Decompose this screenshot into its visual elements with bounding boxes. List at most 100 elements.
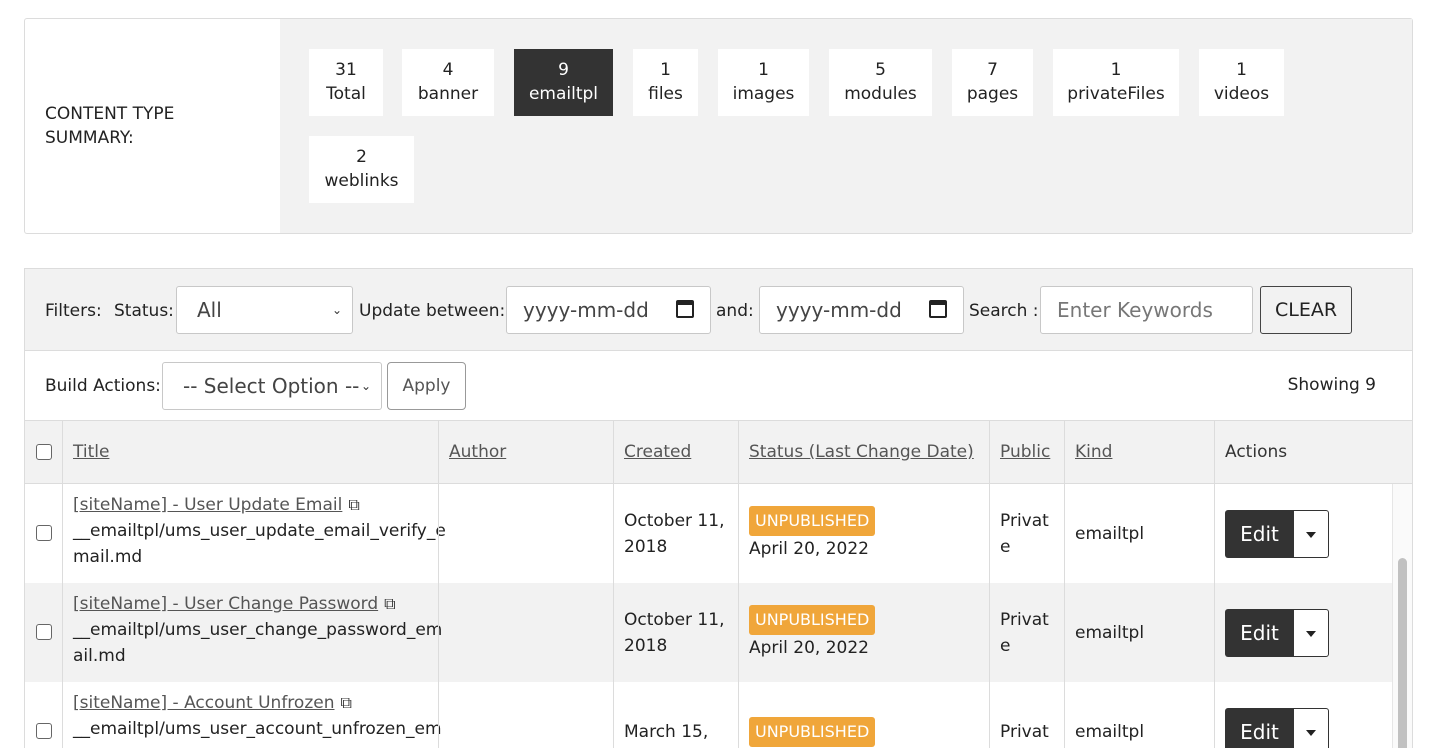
author-cell bbox=[438, 682, 613, 748]
search-label: Search : bbox=[969, 301, 1039, 321]
created-cell: October 11, 2018 bbox=[613, 583, 738, 682]
date-from-input[interactable]: yyyy-mm-dd bbox=[506, 286, 711, 334]
calendar-icon[interactable] bbox=[676, 300, 694, 318]
status-cell: UNPUBLISHED April 20, 2022 bbox=[738, 484, 989, 583]
chevron-down-icon: ⌄ bbox=[360, 379, 371, 393]
status-label: Status: bbox=[114, 301, 174, 321]
chip-label: files bbox=[648, 84, 683, 104]
public-value-cont: e bbox=[1000, 536, 1011, 557]
chip-files[interactable]: 1 files bbox=[633, 49, 698, 116]
row-checkbox[interactable] bbox=[36, 525, 52, 541]
status-cell: UNPUBLISHED bbox=[738, 682, 989, 748]
table-row: [siteName] - User Change Password ⧉ __ema… bbox=[25, 583, 1392, 682]
edit-dropdown-toggle[interactable] bbox=[1293, 510, 1329, 558]
chip-count: 5 bbox=[875, 60, 886, 80]
public-cell: Privat e bbox=[989, 583, 1064, 682]
column-header-actions: Actions bbox=[1214, 421, 1412, 484]
chip-label: privateFiles bbox=[1067, 84, 1165, 104]
showing-count: Showing 9 bbox=[1287, 375, 1376, 395]
status-select-value: All bbox=[197, 298, 222, 322]
file-path: __emailtpl/ums_user_update_email_verify_… bbox=[73, 521, 446, 541]
chip-label: modules bbox=[844, 84, 917, 104]
select-all-checkbox[interactable] bbox=[36, 444, 52, 460]
created-date: October 11, bbox=[624, 510, 725, 531]
chip-images[interactable]: 1 images bbox=[718, 49, 809, 116]
status-badge: UNPUBLISHED bbox=[749, 716, 876, 747]
title-link[interactable]: [siteName] - User Change Password bbox=[73, 594, 378, 614]
public-value-cont: e bbox=[1000, 635, 1011, 656]
chip-label: banner bbox=[417, 84, 479, 104]
public-value: Privat bbox=[1000, 510, 1049, 531]
created-year: 2018 bbox=[624, 536, 668, 557]
table-header: Title Author Created Status (Last Change… bbox=[25, 421, 1412, 484]
search-input[interactable]: Enter Keywords bbox=[1040, 286, 1253, 334]
chip-label: images bbox=[732, 84, 795, 104]
date-to-placeholder: yyyy-mm-dd bbox=[776, 298, 902, 322]
kind-cell: emailtpl bbox=[1064, 583, 1214, 682]
column-header-title[interactable]: Title bbox=[62, 421, 438, 484]
edit-dropdown-toggle[interactable] bbox=[1293, 708, 1329, 748]
edit-dropdown-toggle[interactable] bbox=[1293, 609, 1329, 657]
status-select[interactable]: All ⌄ bbox=[176, 286, 353, 334]
table-row: [siteName] - User Update Email ⧉ __emailt… bbox=[25, 484, 1392, 583]
column-header-created[interactable]: Created bbox=[613, 421, 738, 484]
clear-button[interactable]: CLEAR bbox=[1260, 286, 1352, 334]
chevron-down-icon: ⌄ bbox=[331, 303, 342, 317]
and-label: and: bbox=[716, 301, 754, 321]
chip-count: 1 bbox=[1236, 60, 1247, 80]
edit-button-group: Edit bbox=[1225, 510, 1329, 558]
chip-modules[interactable]: 5 modules bbox=[829, 49, 932, 116]
chip-total[interactable]: 31 Total bbox=[309, 49, 383, 116]
kind-cell: emailtpl bbox=[1064, 682, 1214, 748]
update-between-label: Update between: bbox=[359, 301, 506, 321]
chip-label: Total bbox=[326, 84, 366, 104]
row-checkbox[interactable] bbox=[36, 723, 52, 739]
title-link[interactable]: [siteName] - Account Unfrozen bbox=[73, 693, 334, 713]
chip-videos[interactable]: 1 videos bbox=[1199, 49, 1284, 116]
title-link[interactable]: [siteName] - User Update Email bbox=[73, 495, 342, 515]
kind-value: emailtpl bbox=[1075, 622, 1145, 643]
kind-cell: emailtpl bbox=[1064, 484, 1214, 583]
status-cell: UNPUBLISHED April 20, 2022 bbox=[738, 583, 989, 682]
calendar-icon[interactable] bbox=[929, 300, 947, 318]
external-link-icon[interactable]: ⧉ bbox=[384, 591, 395, 617]
title-cell: [siteName] - Account Unfrozen ⧉ __emailtp… bbox=[62, 682, 442, 748]
date-from-placeholder: yyyy-mm-dd bbox=[523, 298, 649, 322]
table-scrollbar[interactable] bbox=[1392, 484, 1412, 748]
apply-button[interactable]: Apply bbox=[387, 362, 466, 410]
file-path-cont: mail.md bbox=[73, 547, 143, 567]
file-path-cont: ail.md bbox=[73, 646, 126, 666]
title-cell: [siteName] - User Update Email ⧉ __emailt… bbox=[62, 484, 446, 583]
build-actions-select-value: -- Select Option -- bbox=[183, 374, 360, 398]
edit-button[interactable]: Edit bbox=[1225, 510, 1294, 558]
table-row: [siteName] - Account Unfrozen ⧉ __emailtp… bbox=[25, 682, 1392, 748]
chip-weblinks[interactable]: 2 weblinks bbox=[309, 136, 414, 203]
chip-count: 7 bbox=[987, 60, 998, 80]
edit-button[interactable]: Edit bbox=[1225, 609, 1294, 657]
summary-label: CONTENT TYPE SUMMARY: bbox=[45, 104, 175, 148]
column-header-kind[interactable]: Kind bbox=[1064, 421, 1214, 484]
scrollbar-thumb[interactable] bbox=[1398, 558, 1407, 748]
build-actions-bar: Build Actions: -- Select Option -- ⌄ App… bbox=[25, 351, 1412, 421]
row-checkbox[interactable] bbox=[36, 624, 52, 640]
build-actions-select[interactable]: -- Select Option -- ⌄ bbox=[162, 362, 382, 410]
title-cell: [siteName] - User Change Password ⧉ __ema… bbox=[62, 583, 442, 682]
column-header-author[interactable]: Author bbox=[438, 421, 613, 484]
column-header-status[interactable]: Status (Last Change Date) bbox=[738, 421, 989, 484]
edit-button[interactable]: Edit bbox=[1225, 708, 1294, 748]
chip-pages[interactable]: 7 pages bbox=[952, 49, 1033, 116]
file-path: __emailtpl/ums_user_account_unfrozen_em bbox=[73, 719, 442, 739]
file-path: __emailtpl/ums_user_change_password_em bbox=[73, 620, 443, 640]
column-header-public[interactable]: Public bbox=[989, 421, 1064, 484]
date-to-input[interactable]: yyyy-mm-dd bbox=[759, 286, 964, 334]
filters-label: Filters: bbox=[45, 301, 102, 321]
chip-privatefiles[interactable]: 1 privateFiles bbox=[1053, 49, 1179, 116]
status-badge: UNPUBLISHED bbox=[749, 604, 876, 635]
edit-button-group: Edit bbox=[1225, 609, 1329, 657]
external-link-icon[interactable]: ⧉ bbox=[340, 690, 351, 716]
created-date: October 11, bbox=[624, 609, 725, 630]
external-link-icon[interactable]: ⧉ bbox=[348, 492, 359, 518]
chip-banner[interactable]: 4 banner bbox=[402, 49, 494, 116]
build-actions-label: Build Actions: bbox=[45, 376, 161, 396]
chip-emailtpl[interactable]: 9 emailtpl bbox=[514, 49, 613, 116]
